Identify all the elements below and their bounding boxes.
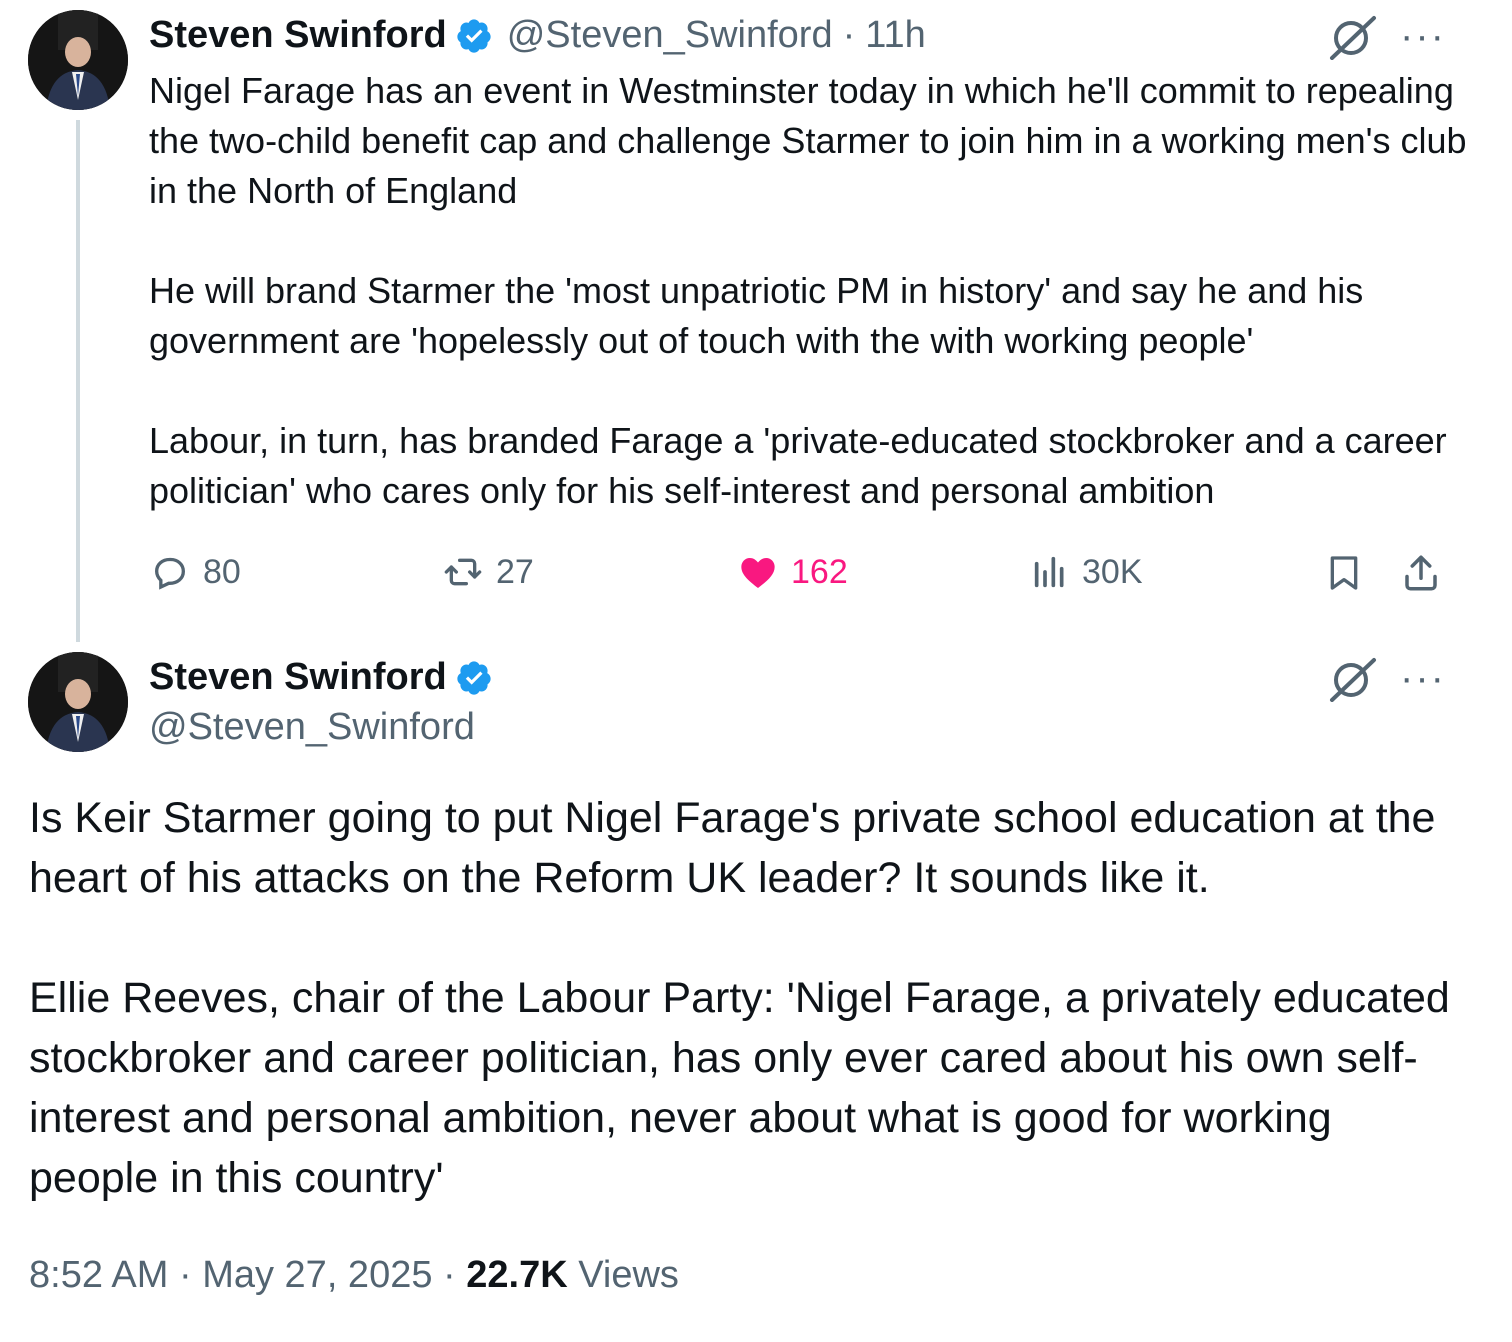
separator: · xyxy=(443,1254,456,1296)
tweet-time[interactable]: 8:52 AM xyxy=(29,1254,168,1296)
tweet-header: Steven Swinford @Steven_Swinford · 11h xyxy=(149,14,926,57)
like-icon xyxy=(741,558,775,588)
views-icon xyxy=(1034,556,1064,588)
avatar[interactable] xyxy=(28,652,128,752)
views-button[interactable]: 30K xyxy=(1030,552,1143,592)
repost-count: 27 xyxy=(496,552,534,591)
bookmark-button[interactable] xyxy=(1324,552,1364,594)
repost-icon xyxy=(444,558,482,586)
author-handle[interactable]: @Steven_Swinford xyxy=(507,14,833,57)
reply-icon xyxy=(154,557,186,590)
share-icon xyxy=(1405,555,1437,591)
bookmark-icon xyxy=(1330,556,1358,590)
avatar[interactable] xyxy=(28,10,128,110)
handle-row: @Steven_Swinford xyxy=(149,706,475,749)
reply-count: 80 xyxy=(203,552,241,591)
tweet-paragraph: Labour, in turn, has branded Farage a 'p… xyxy=(149,420,1447,511)
grok-icon[interactable] xyxy=(1328,14,1378,60)
main-tweet-text: Is Keir Starmer going to put Nigel Farag… xyxy=(29,788,1469,1208)
views-count: 22.7K xyxy=(466,1254,568,1296)
like-button[interactable]: 162 xyxy=(737,552,848,592)
thread-line xyxy=(76,120,80,642)
grok-icon[interactable] xyxy=(1328,656,1378,702)
author-name[interactable]: Steven Swinford xyxy=(149,14,447,57)
verified-badge-icon xyxy=(457,660,491,695)
author-handle[interactable]: @Steven_Swinford xyxy=(149,706,475,749)
author-name[interactable]: Steven Swinford xyxy=(149,656,447,699)
verified-badge-icon xyxy=(457,18,491,53)
tweet-header: Steven Swinford xyxy=(149,656,493,699)
like-count: 162 xyxy=(791,552,848,591)
reply-button[interactable]: 80 xyxy=(149,552,241,592)
tweet-paragraph: Ellie Reeves, chair of the Labour Party:… xyxy=(29,974,1450,1202)
share-button[interactable] xyxy=(1400,552,1442,594)
timestamp[interactable]: 11h xyxy=(865,14,926,57)
tweet-paragraph: Is Keir Starmer going to put Nigel Farag… xyxy=(29,794,1436,902)
tweet-paragraph: Nigel Farage has an event in Westminster… xyxy=(149,70,1467,211)
tweet-paragraph: He will brand Starmer the 'most unpatrio… xyxy=(149,270,1364,361)
separator: · xyxy=(178,1254,192,1296)
views-label: Views xyxy=(578,1254,679,1296)
separator: · xyxy=(842,14,856,56)
tweet-meta: 8:52 AM · May 27, 2025 · 22.7K Views xyxy=(29,1254,679,1297)
views-count: 30K xyxy=(1082,552,1143,591)
more-icon[interactable]: ··· xyxy=(1400,16,1446,56)
tweet-date[interactable]: May 27, 2025 xyxy=(202,1254,432,1296)
repost-button[interactable]: 27 xyxy=(440,552,534,592)
tweet-text: Nigel Farage has an event in Westminster… xyxy=(149,66,1469,516)
more-icon[interactable]: ··· xyxy=(1400,658,1446,698)
